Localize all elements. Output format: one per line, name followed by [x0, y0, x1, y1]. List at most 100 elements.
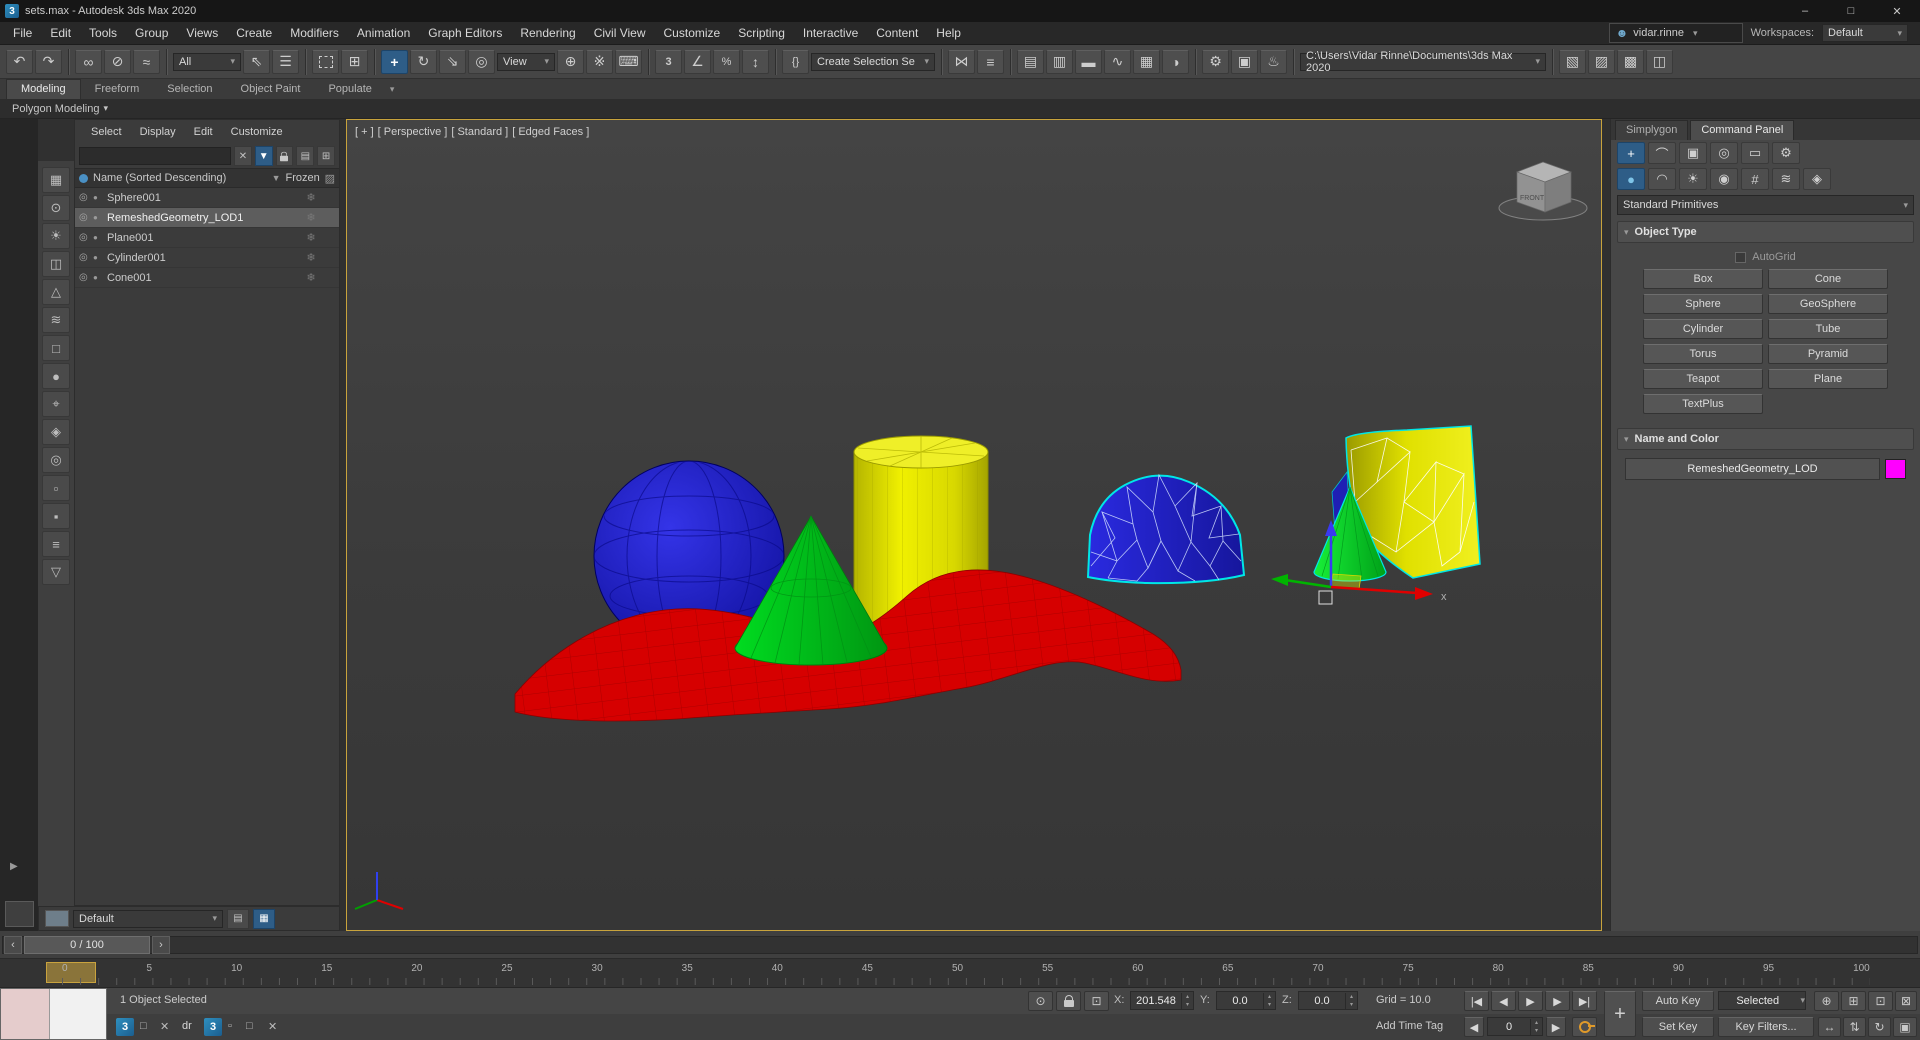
- edit-named-selection-sets-button[interactable]: {}: [782, 50, 809, 74]
- user-account-dropdown[interactable]: ☻ vidar.rinne ▾: [1609, 23, 1743, 43]
- menu-item[interactable]: Interactive: [794, 22, 867, 44]
- taskbar-page-icon[interactable]: □: [140, 1020, 147, 1032]
- zoom-icon[interactable]: ⊕: [1814, 991, 1839, 1011]
- minimize-button[interactable]: –: [1782, 0, 1828, 22]
- menu-item[interactable]: Civil View: [585, 22, 655, 44]
- remeshed-geometry-object[interactable]: [1088, 475, 1244, 583]
- shapes-category-icon[interactable]: ◠: [1648, 168, 1676, 190]
- cameras-category-icon[interactable]: ◉: [1710, 168, 1738, 190]
- named-selection-set-dropdown[interactable]: Create Selection Se ▾: [811, 53, 935, 71]
- viewport-shading-menu[interactable]: [ Edged Faces ]: [512, 126, 589, 138]
- x-coordinate-field[interactable]: 201.548 ▴▾: [1130, 991, 1194, 1010]
- motion-tab-icon[interactable]: ◎: [1710, 142, 1738, 164]
- frozen-column-header[interactable]: Frozen: [281, 172, 325, 184]
- explorer-filter-icon[interactable]: ◎: [42, 447, 70, 473]
- go-to-end-button[interactable]: ▶|: [1572, 991, 1597, 1011]
- y-coordinate-field[interactable]: 0.0 ▴▾: [1216, 991, 1276, 1010]
- select-and-manipulate-button[interactable]: ※: [586, 50, 613, 74]
- ribbon-tab-selection[interactable]: Selection: [153, 80, 226, 99]
- frozen-icon[interactable]: ❄: [287, 231, 335, 244]
- use-pivot-point-button[interactable]: ⊕: [557, 50, 584, 74]
- scene-explorer-row[interactable]: ◎ ● Cylinder001 ❄: [75, 248, 339, 268]
- name-and-color-rollout-header[interactable]: ▾ Name and Color: [1617, 428, 1914, 450]
- key-mode-toggle-icon[interactable]: [1572, 1017, 1597, 1037]
- left-panel-expand-arrow[interactable]: ▶: [10, 861, 18, 872]
- explorer-grid-view-icon[interactable]: ▦: [253, 909, 275, 929]
- hierarchy-tab-icon[interactable]: ▣: [1679, 142, 1707, 164]
- ribbon-tab-object-paint[interactable]: Object Paint: [227, 80, 315, 99]
- utilities-tab-icon[interactable]: ⚙: [1772, 142, 1800, 164]
- object-type-button[interactable]: Box: [1643, 269, 1763, 289]
- menu-item[interactable]: Animation: [348, 22, 419, 44]
- object-name-field[interactable]: RemeshedGeometry_LOD: [1625, 458, 1880, 480]
- viewport-general-menu[interactable]: [ + ]: [355, 126, 374, 138]
- set-key-button[interactable]: Set Key: [1642, 1017, 1714, 1037]
- rectangular-selection-region-button[interactable]: [312, 50, 339, 74]
- explorer-filter-icon[interactable]: △: [42, 279, 70, 305]
- spin-down-icon[interactable]: ▾: [1264, 1001, 1275, 1009]
- redo-button[interactable]: ↷: [35, 50, 62, 74]
- curve-editor-button[interactable]: ∿: [1104, 50, 1131, 74]
- perspective-viewport[interactable]: [ + ] [ Perspective ] [ Standard ] [ Edg…: [346, 119, 1602, 931]
- object-type-button[interactable]: Cylinder: [1643, 319, 1763, 339]
- name-column-header[interactable]: Name (Sorted Descending): [93, 172, 268, 184]
- explorer-filter-icon[interactable]: ▦: [42, 167, 70, 193]
- polygon-modeling-panel[interactable]: Polygon Modeling: [12, 103, 99, 115]
- explorer-menu-select[interactable]: Select: [83, 126, 130, 138]
- spinner-icon[interactable]: ▴▾: [1263, 993, 1275, 1009]
- ribbon-tab-populate[interactable]: Populate: [314, 80, 385, 99]
- selection-lock-icon[interactable]: [1056, 991, 1081, 1011]
- mini-listener-field[interactable]: [49, 989, 106, 1039]
- explorer-column-header[interactable]: Name (Sorted Descending) ▼ Frozen ▨: [75, 168, 339, 188]
- previous-frame-button[interactable]: ◀: [1491, 991, 1516, 1011]
- spin-up-icon[interactable]: ▴: [1182, 993, 1193, 1001]
- object-type-button[interactable]: Cone: [1768, 269, 1888, 289]
- taskbar-close-icon[interactable]: ✕: [160, 1020, 169, 1033]
- viewport-layout-tab[interactable]: [5, 901, 34, 927]
- menu-item[interactable]: Edit: [41, 22, 80, 44]
- toggle-ribbon-button[interactable]: ▬: [1075, 50, 1102, 74]
- workspace-tool-icon-1[interactable]: ▧: [1559, 50, 1586, 74]
- keyboard-shortcut-override-button[interactable]: ⌨: [615, 50, 642, 74]
- explorer-settings-icon[interactable]: ⊞: [317, 146, 335, 166]
- explorer-set-swatch[interactable]: [45, 910, 69, 927]
- time-slider-handle[interactable]: 0 / 100: [24, 936, 150, 954]
- taskbar-dot-icon[interactable]: ▫: [228, 1020, 232, 1032]
- zoom-extents-icon[interactable]: ⊡: [1868, 991, 1893, 1011]
- explorer-filter-icon[interactable]: □: [42, 335, 70, 361]
- explorer-menu-edit[interactable]: Edit: [186, 126, 221, 138]
- column-chooser-icon[interactable]: ▨: [325, 172, 335, 185]
- systems-category-icon[interactable]: ◈: [1803, 168, 1831, 190]
- play-button[interactable]: ▶: [1518, 991, 1543, 1011]
- mirror-button[interactable]: ⋈: [948, 50, 975, 74]
- viewport-scene[interactable]: x FRONT: [347, 120, 1601, 930]
- explorer-search-input[interactable]: [79, 147, 231, 165]
- project-folder-dropdown[interactable]: C:\Users\Vidar Rinne\Documents\3ds Max 2…: [1300, 53, 1546, 71]
- object-type-button[interactable]: Teapot: [1643, 369, 1763, 389]
- visibility-icon[interactable]: ◎: [79, 252, 93, 263]
- menu-item[interactable]: Create: [227, 22, 281, 44]
- go-to-start-button[interactable]: |◀: [1464, 991, 1489, 1011]
- selection-filter-dropdown[interactable]: All ▾: [173, 53, 241, 71]
- menu-item[interactable]: Help: [927, 22, 970, 44]
- object-type-rollout-header[interactable]: ▾ Object Type: [1617, 221, 1914, 243]
- spinner-icon[interactable]: ▴▾: [1345, 993, 1357, 1009]
- macro-recorder-field[interactable]: [1, 989, 49, 1039]
- key-filters-button[interactable]: Key Filters...: [1718, 1017, 1814, 1037]
- workspace-tool-icon-3[interactable]: ▩: [1617, 50, 1644, 74]
- spin-down-icon[interactable]: ▾: [1182, 1001, 1193, 1009]
- menu-item[interactable]: Scripting: [729, 22, 794, 44]
- spin-up-icon[interactable]: ▴: [1346, 993, 1357, 1001]
- close-button[interactable]: ✕: [1874, 0, 1920, 22]
- select-and-rotate-button[interactable]: ↻: [410, 50, 437, 74]
- viewcube[interactable]: FRONT: [1499, 162, 1587, 220]
- menu-item[interactable]: Rendering: [511, 22, 584, 44]
- select-and-move-button[interactable]: +: [381, 50, 408, 74]
- scene-explorer-name-dropdown[interactable]: Default ▾: [73, 910, 223, 928]
- autogrid-checkbox[interactable]: [1735, 252, 1746, 263]
- percent-snap-button[interactable]: %: [713, 50, 740, 74]
- frozen-icon[interactable]: ❄: [287, 191, 335, 204]
- visibility-icon[interactable]: ◎: [79, 192, 93, 203]
- create-tab-icon[interactable]: +: [1617, 142, 1645, 164]
- select-and-link-button[interactable]: ∞: [75, 50, 102, 74]
